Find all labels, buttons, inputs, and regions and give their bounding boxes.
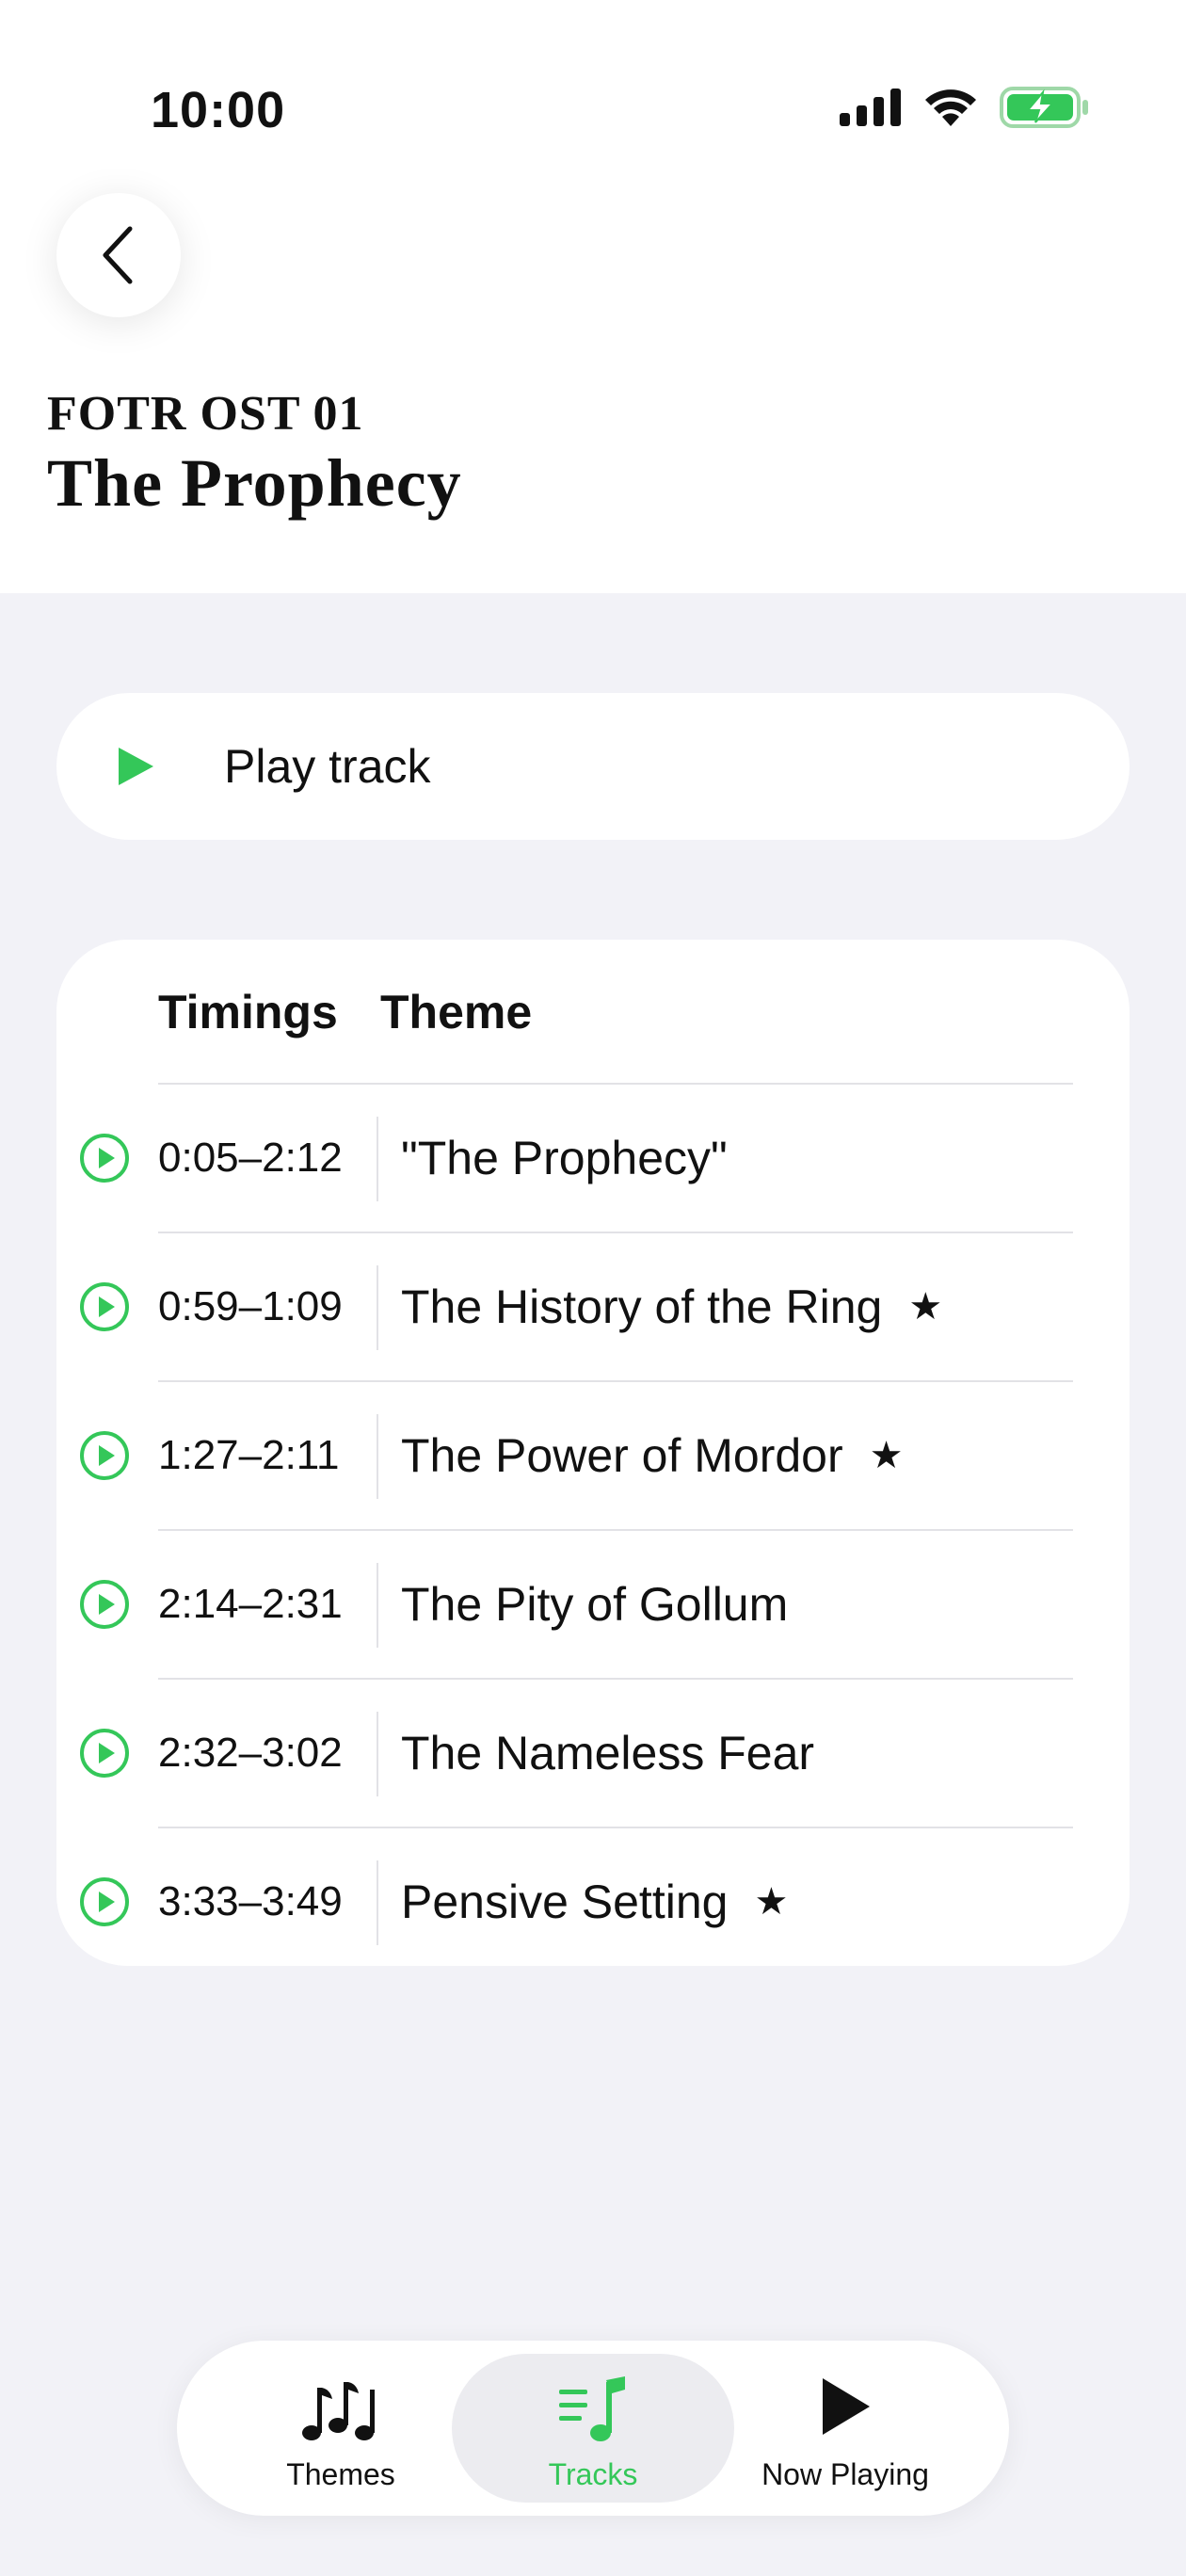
play-track-button[interactable]: Play track — [56, 693, 1130, 840]
status-icons — [840, 81, 1090, 134]
tab-now-playing[interactable]: Now Playing — [704, 2354, 986, 2503]
column-divider — [377, 1117, 378, 1201]
play-circle-icon[interactable] — [79, 1281, 130, 1332]
table-row[interactable]: 2:32–3:02 The Nameless Fear — [80, 1678, 1073, 1827]
theme-name: The Pity of Gollum — [401, 1578, 789, 1631]
tab-label: Tracks — [548, 2457, 638, 2491]
column-divider — [377, 1860, 378, 1945]
column-divider — [377, 1265, 378, 1350]
table-row[interactable]: 2:14–2:31 The Pity of Gollum — [80, 1529, 1073, 1678]
theme-name: "The Prophecy" — [401, 1132, 728, 1184]
star-icon: ★ — [908, 1286, 943, 1328]
wifi-icon — [925, 89, 976, 126]
timing-cell: 2:32–3:02 — [158, 1730, 343, 1776]
star-icon: ★ — [754, 1881, 789, 1923]
theme-name: The History of the Ring — [401, 1280, 883, 1333]
theme-cell: The Pity of Gollum — [401, 1577, 788, 1632]
timing-cell: 0:05–2:12 — [158, 1135, 343, 1181]
play-circle-icon[interactable] — [79, 1728, 130, 1779]
page-title: The Prophecy — [47, 445, 462, 521]
star-icon: ★ — [869, 1435, 904, 1476]
play-track-label: Play track — [224, 740, 431, 793]
music-notes-icon — [302, 2382, 375, 2440]
timing-cell: 2:14–2:31 — [158, 1581, 343, 1627]
table-row[interactable]: 3:33–3:49 Pensive Setting ★ — [80, 1827, 1073, 1975]
column-divider — [377, 1563, 378, 1648]
play-icon — [823, 2378, 870, 2435]
play-icon — [119, 748, 153, 785]
theme-cell: The Nameless Fear — [401, 1726, 814, 1780]
play-circle-icon[interactable] — [79, 1579, 130, 1630]
theme-cell: Pensive Setting ★ — [401, 1875, 788, 1929]
table-row[interactable]: 0:59–1:09 The History of the Ring ★ — [80, 1232, 1073, 1380]
play-circle-icon[interactable] — [79, 1876, 130, 1927]
column-header-theme: Theme — [380, 986, 533, 1038]
column-divider — [377, 1414, 378, 1499]
music-list-icon — [559, 2376, 625, 2441]
timing-cell: 1:27–2:11 — [158, 1432, 340, 1478]
track-id: FOTR OST 01 — [47, 387, 364, 441]
theme-name: The Power of Mordor — [401, 1429, 843, 1482]
tab-themes[interactable]: Themes — [200, 2354, 482, 2503]
column-header-timings: Timings — [158, 986, 338, 1038]
cellular-signal-icon — [840, 89, 901, 126]
status-time: 10:00 — [151, 82, 286, 138]
back-button[interactable] — [56, 193, 181, 317]
chevron-left-icon — [103, 226, 133, 284]
theme-name: Pensive Setting — [401, 1876, 729, 1928]
header: 10:00 FOTR OST 01 The Prophecy — [0, 0, 1186, 593]
theme-name: The Nameless Fear — [401, 1727, 815, 1779]
tab-tracks[interactable]: Tracks — [452, 2354, 734, 2503]
tab-label: Now Playing — [761, 2457, 929, 2491]
table-rows: 0:05–2:12 "The Prophecy" 0:59–1:09 The H… — [56, 1083, 1130, 1975]
table-row[interactable]: 1:27–2:11 The Power of Mordor ★ — [80, 1380, 1073, 1529]
theme-cell: The Power of Mordor ★ — [401, 1428, 904, 1483]
table-row[interactable]: 0:05–2:12 "The Prophecy" — [80, 1083, 1073, 1232]
column-divider — [377, 1712, 378, 1796]
tab-bar: Themes Tracks Now Playing — [177, 2341, 1009, 2516]
theme-cell: "The Prophecy" — [401, 1131, 728, 1185]
themes-table: Timings Theme 0:05–2:12 "The Prophecy" 0… — [56, 940, 1130, 1966]
battery-charging-icon — [1000, 87, 1088, 128]
timing-cell: 0:59–1:09 — [158, 1283, 343, 1329]
play-circle-icon[interactable] — [79, 1430, 130, 1481]
timing-cell: 3:33–3:49 — [158, 1878, 343, 1924]
tab-label: Themes — [286, 2457, 395, 2491]
theme-cell: The History of the Ring ★ — [401, 1280, 942, 1334]
play-circle-icon[interactable] — [79, 1133, 130, 1183]
